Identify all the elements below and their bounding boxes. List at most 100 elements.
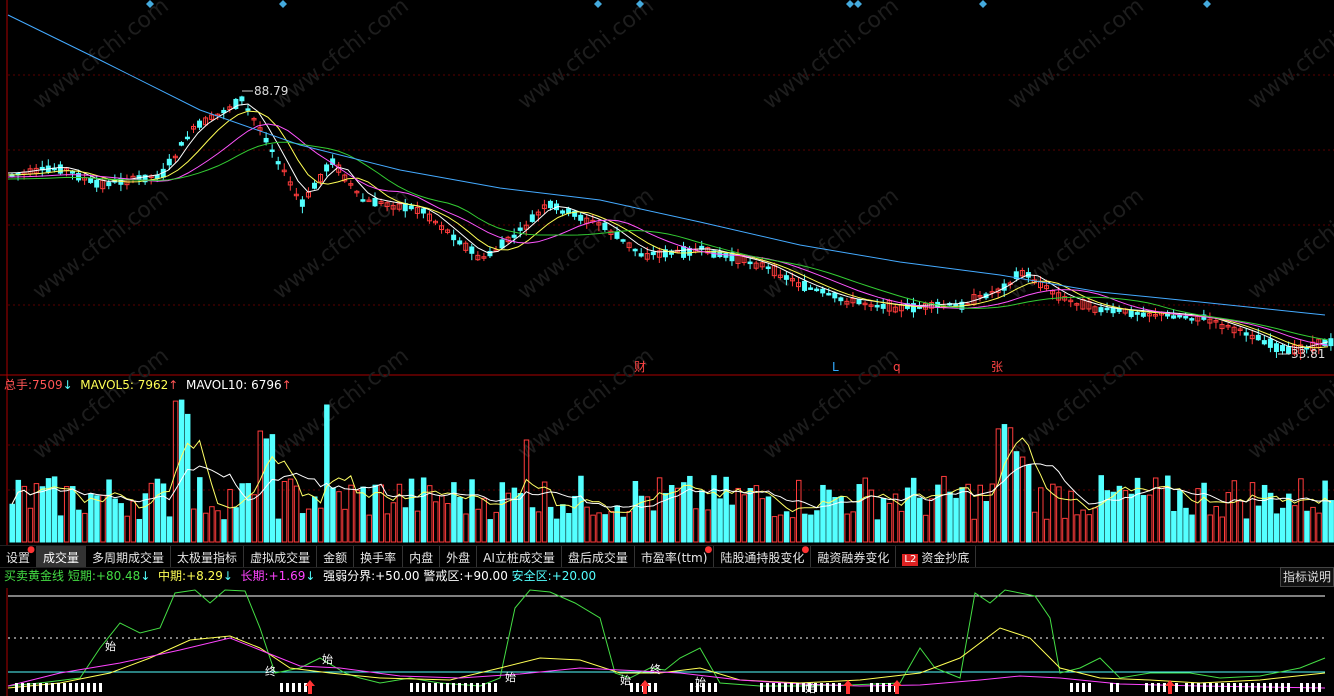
volume-bar — [1031, 511, 1038, 543]
indicator-explain-button[interactable]: 指标说明 — [1280, 567, 1334, 587]
signal-bar — [280, 683, 283, 692]
signal-bar — [1203, 683, 1206, 692]
signal-bar — [434, 683, 437, 692]
signal-bar — [1191, 683, 1194, 692]
long-arrow: ↓ — [305, 569, 316, 583]
signal-bar — [39, 683, 42, 692]
watermark-text: www.cfchi.com — [1003, 0, 1148, 115]
tab-label: 市盈率(ttm) — [640, 551, 708, 565]
volume-bar — [929, 498, 935, 543]
volume-bar — [318, 507, 324, 543]
volume-bar — [142, 493, 149, 543]
mid-arrow: ↓ — [222, 569, 233, 583]
signal-bar — [75, 683, 78, 692]
candle-body — [178, 142, 184, 146]
signal-bar — [1209, 683, 1212, 692]
tab-1[interactable]: 成交量 — [37, 546, 87, 567]
volume-bar — [124, 515, 130, 543]
volume-bar — [923, 514, 929, 543]
signal-bar — [654, 683, 657, 692]
volume-bar — [917, 497, 923, 543]
volume-bar — [874, 519, 881, 543]
volume-bar — [1140, 495, 1147, 543]
signal-bar — [1300, 683, 1303, 692]
signal-bar — [428, 683, 431, 692]
volume-bar — [106, 479, 112, 543]
candle-body — [620, 239, 626, 242]
tab-14[interactable]: L2 资金抄底 — [896, 546, 977, 567]
candle-body — [632, 248, 638, 252]
signal-bar — [1088, 683, 1091, 692]
signal-label: 终 — [650, 662, 661, 676]
volume-bar — [535, 511, 542, 543]
signal-bar — [1145, 683, 1148, 692]
strength-label: 强弱分界: — [323, 569, 376, 583]
tab-4[interactable]: 虚拟成交量 — [244, 546, 318, 567]
volume-bar — [148, 482, 155, 543]
volume-bar — [390, 502, 397, 543]
candle-body — [1140, 312, 1146, 317]
signal-bar — [446, 683, 449, 692]
candle-body — [814, 288, 820, 292]
candle-body — [880, 303, 886, 309]
tab-9[interactable]: AI立桩成交量 — [477, 546, 562, 567]
candle-body — [681, 246, 687, 258]
volume-bar — [360, 486, 366, 543]
indicator-canvas[interactable]: 始始终 始终始始始 — [0, 588, 1334, 696]
tab-13[interactable]: 融资融券变化 — [811, 546, 897, 567]
signal-bar — [1239, 683, 1242, 692]
signal-label: 终 — [265, 664, 276, 678]
candle-body — [299, 199, 305, 207]
tab-label: AI立桩成交量 — [483, 551, 555, 565]
tab-11[interactable]: 市盈率(ttm) ● — [635, 545, 715, 567]
watermark-text: www.cfchi.com — [758, 343, 903, 464]
tab-3[interactable]: 太极量指标 — [171, 546, 245, 567]
tab-0[interactable]: 设置 ● — [0, 545, 38, 567]
volume-bar — [420, 477, 427, 543]
volume-bar — [602, 514, 608, 543]
tab-7[interactable]: 内盘 — [403, 546, 441, 567]
tab-10[interactable]: 盘后成交量 — [562, 546, 635, 567]
tab-2[interactable]: 多周期成交量 — [86, 546, 172, 567]
volume-bar — [166, 516, 173, 543]
mid-term-line — [7, 627, 1326, 689]
volume-bar — [287, 478, 294, 543]
signal-bar — [832, 683, 835, 692]
candle-body — [765, 266, 771, 270]
signal-bar — [482, 683, 485, 692]
signal-bar — [820, 683, 823, 692]
volume-bar — [1183, 507, 1189, 543]
watermark-text: www.cfchi.com — [1003, 343, 1148, 464]
volume-bar — [1243, 518, 1250, 543]
signal-bar — [1110, 683, 1113, 692]
volume-bar — [499, 482, 506, 543]
tab-12[interactable]: 陆股通持股变化 ● — [714, 545, 812, 567]
tab-label: 陆股通持股变化 — [720, 551, 805, 565]
tab-6[interactable]: 换手率 — [354, 546, 404, 567]
tab-5[interactable]: 金额 — [317, 546, 355, 567]
volume-bar — [850, 511, 856, 543]
volume-bar — [481, 497, 487, 543]
volume-bar — [560, 504, 566, 543]
candle-body — [650, 251, 656, 256]
mavol5-arrow: ↑ — [168, 378, 179, 392]
candle-body — [275, 161, 281, 165]
volume-bar — [215, 510, 221, 543]
tab-8[interactable]: 外盘 — [440, 546, 478, 567]
safe-label: 安全区: — [511, 569, 552, 583]
candle-body — [874, 304, 880, 308]
volume-bar — [1328, 500, 1334, 543]
signal-bar — [1275, 683, 1278, 692]
volume-bar — [348, 484, 354, 543]
volume-bar — [1304, 510, 1310, 543]
candle-body — [1286, 346, 1292, 355]
candle-body — [106, 182, 112, 187]
signal-bar — [1312, 683, 1315, 692]
signal-bar — [292, 683, 295, 692]
volume-bar — [1146, 494, 1153, 543]
tab-label: 外盘 — [446, 551, 471, 565]
signal-bar — [99, 683, 102, 692]
chart-canvas[interactable]: www.cfchi.com www.cfchi.com www.cfchi.com w… — [0, 0, 1334, 545]
signal-bar — [838, 683, 841, 692]
event-diamond-icon — [594, 0, 602, 8]
